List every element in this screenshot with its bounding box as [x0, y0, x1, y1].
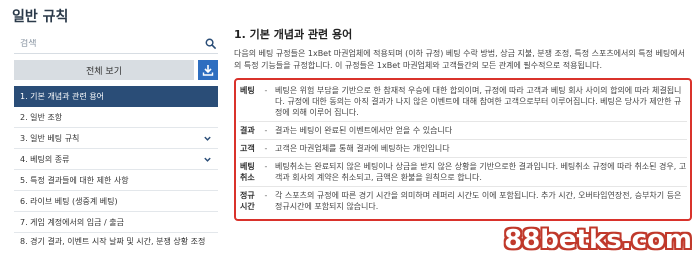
term-name: 정규 시간 [240, 191, 255, 211]
term-row: 결과 - 결과는 베팅이 완료된 이벤트에서만 얻을 수 있습니다 [239, 122, 687, 140]
menu-item-bet-types[interactable]: 4. 베팅의 종류 [14, 149, 218, 170]
menu-item-label: 3. 일반 베팅 규칙 [20, 133, 80, 143]
menu-item-general-terms[interactable]: 2. 일반 조항 [14, 107, 218, 128]
menu-item-label: 6. 라이브 베팅 (생중계 베팅) [20, 196, 118, 206]
menu-item-deposit-withdrawal[interactable]: 7. 게임 계정에서의 입금 / 출금 [14, 212, 218, 233]
chevron-down-icon[interactable] [203, 155, 212, 164]
sidebar-toolbar: 전체 보기 [14, 60, 218, 80]
search-input[interactable] [20, 38, 190, 49]
watermark: 88betks.com [504, 225, 692, 255]
term-row: 베팅 취소 - 베팅취소는 완료되지 않은 베팅이나 상금을 받지 않은 상황을… [239, 158, 687, 187]
menu-item-label: 4. 베팅의 종류 [20, 154, 70, 164]
download-button[interactable] [198, 60, 218, 80]
term-dash: - [264, 162, 268, 171]
menu-item-general-betting-rules[interactable]: 3. 일반 베팅 규칙 [14, 128, 218, 149]
term-dash: - [264, 144, 268, 153]
menu-item-basic-concepts[interactable]: 1. 기본 개념과 관련 용어 [14, 86, 218, 107]
term-row: 고객 - 고객은 마권업체를 통해 결과에 베팅하는 개인입니다 [239, 140, 687, 158]
menu-item-results-disputes[interactable]: 8. 경기 결과, 이벤트 시작 날짜 및 시간, 분쟁 상황 조정 [14, 233, 218, 257]
term-row: 베팅 - 베팅은 위험 부담을 기반으로 한 참재적 우승에 대한 합의이며, … [239, 82, 687, 122]
term-name: 베팅 [240, 86, 255, 95]
term-definition: 고객은 마권업체를 통해 결과에 베팅하는 개인입니다 [275, 144, 450, 153]
full-view-button[interactable]: 전체 보기 [14, 60, 194, 80]
term-name: 고객 [240, 144, 255, 153]
menu-item-result-restrictions[interactable]: 5. 특정 결과들에 대한 제한 사항 [14, 170, 218, 191]
menu-item-label: 5. 특정 결과들에 대한 제한 사항 [20, 175, 129, 185]
menu-item-label: 1. 기본 개념과 관련 용어 [20, 91, 105, 101]
chevron-down-icon[interactable] [203, 134, 212, 143]
search-box [14, 34, 218, 54]
menu-item-label: 7. 게임 계정에서의 입금 / 출금 [20, 217, 125, 227]
term-dash: - [264, 86, 268, 95]
term-row: 정규 시간 - 각 스포츠의 규정에 따른 경기 시간을 의미하며 레퍼리 시간… [239, 187, 687, 215]
search-icon[interactable] [204, 38, 216, 50]
section-heading: 1. 기본 개념과 관련 용어 [234, 28, 353, 41]
sidebar: 전체 보기 1. 기본 개념과 관련 용어 2. 일반 조항 3. 일반 베팅 … [14, 34, 218, 257]
rules-menu: 1. 기본 개념과 관련 용어 2. 일반 조항 3. 일반 베팅 규칙 4. … [14, 86, 218, 257]
download-icon [202, 65, 214, 76]
menu-item-label: 2. 일반 조항 [20, 112, 63, 122]
terms-table: 베팅 - 베팅은 위험 부담을 기반으로 한 참재적 우승에 대한 합의이며, … [234, 78, 692, 221]
menu-item-label: 8. 경기 결과, 이벤트 시작 날짜 및 시간, 분쟁 상황 조정 [20, 237, 206, 246]
term-dash: - [264, 191, 268, 200]
main-content: 1. 기본 개념과 관련 용어 다음의 베팅 규정들은 1xBet 마권업체에 … [234, 26, 692, 221]
term-definition: 각 스포츠의 규정에 따른 경기 시간을 의미하며 레퍼리 시간도 이에 포함됩… [275, 191, 682, 211]
term-name: 베팅 취소 [240, 162, 255, 182]
term-name: 결과 [240, 126, 255, 135]
menu-item-live-betting[interactable]: 6. 라이브 베팅 (생중계 베팅) [14, 191, 218, 212]
term-dash: - [264, 126, 268, 135]
term-definition: 결과는 베팅이 완료된 이벤트에서만 얻을 수 있습니다 [275, 126, 453, 135]
term-definition: 베팅취소는 완료되지 않은 베팅이나 상금을 받지 않은 상황을 기반으로한 결… [275, 162, 687, 182]
page-title: 일반 규칙 [12, 9, 69, 25]
term-definition: 베팅은 위험 부담을 기반으로 한 참재적 우승에 대한 합의이며, 규정에 따… [275, 86, 682, 117]
intro-paragraph: 다음의 베팅 규정들은 1xBet 마권업체에 적용되며 (이하 규정) 베팅 … [234, 49, 686, 70]
